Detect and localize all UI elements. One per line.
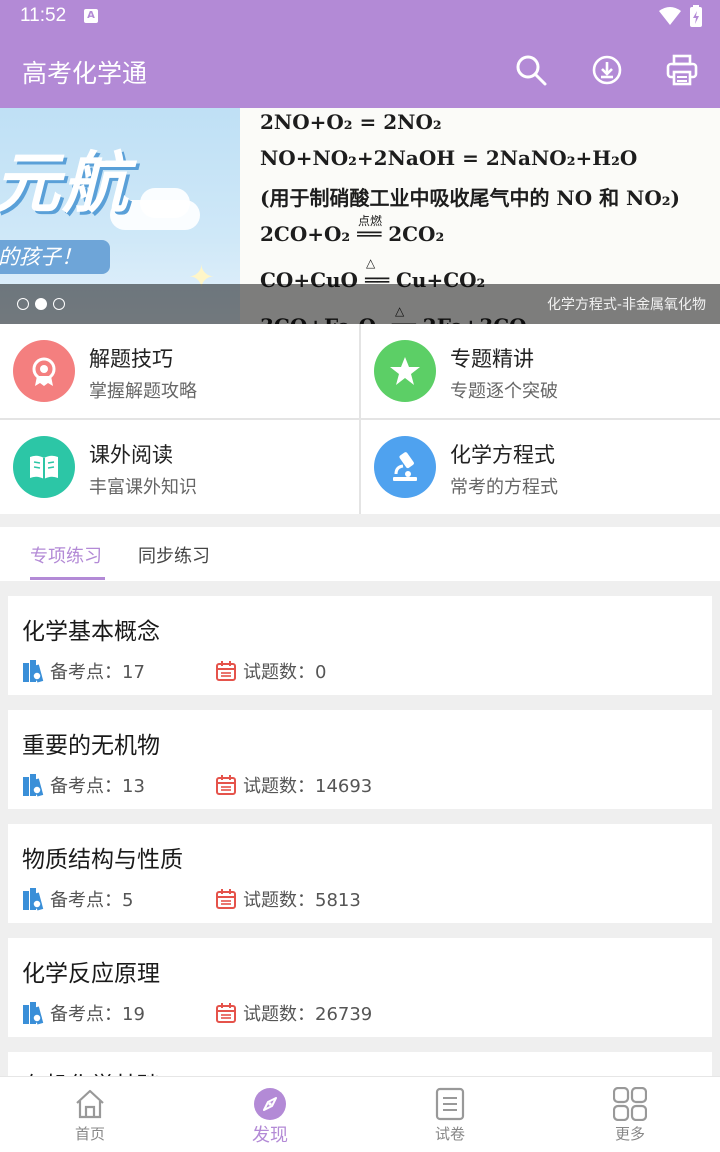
grid-divider xyxy=(0,418,720,420)
points-label: 备考点：5 xyxy=(50,890,134,911)
points-meta: 备考点：19 xyxy=(22,1000,145,1026)
grid-item-subtitle: 丰富课外知识 xyxy=(89,477,197,498)
banner-big-text: 元航 xyxy=(0,145,130,222)
grid-item-subtitle: 常考的方程式 xyxy=(450,477,558,498)
nav-label: 更多 xyxy=(614,1125,645,1143)
calendar-icon xyxy=(216,889,236,909)
cloud-decoration xyxy=(140,188,190,218)
points-label: 备考点：13 xyxy=(50,776,145,797)
calendar-icon xyxy=(216,775,236,795)
tab-special-practice[interactable]: 专项练习 xyxy=(30,542,102,568)
nav-label: 试卷 xyxy=(434,1125,465,1143)
grid-item-equations[interactable]: 化学方程式 常考的方程式 xyxy=(361,420,720,514)
banner-pill-text: 的孩子！ xyxy=(0,240,110,274)
practice-tabs: 专项练习 同步练习 xyxy=(0,527,720,581)
carousel-indicator xyxy=(17,298,65,310)
print-icon[interactable] xyxy=(665,53,699,87)
questions-meta: 试题数：14693 xyxy=(215,772,372,798)
grid-icon xyxy=(613,1087,647,1121)
app-title: 高考化学通 xyxy=(22,59,148,88)
books-icon xyxy=(23,888,44,911)
questions-meta: 试题数：5813 xyxy=(215,886,361,912)
questions-label: 试题数：26739 xyxy=(243,1004,373,1025)
grid-item-subtitle: 掌握解题攻略 xyxy=(89,381,197,402)
tab-sync-practice[interactable]: 同步练习 xyxy=(138,542,210,568)
battery-icon xyxy=(690,5,702,27)
status-bar: 11:52 A xyxy=(0,0,720,34)
badge-icon xyxy=(13,340,75,402)
list-item-title: 物质结构与性质 xyxy=(22,847,183,873)
download-icon[interactable] xyxy=(590,53,624,87)
grid-item-tips[interactable]: 解题技巧 掌握解题攻略 xyxy=(0,324,359,418)
status-time: 11:52 xyxy=(20,5,67,26)
list-item[interactable]: 重要的无机物 备考点：13 试题数：14693 xyxy=(8,710,712,809)
list-item-title: 化学反应原理 xyxy=(22,961,160,987)
list-item[interactable]: 物质结构与性质 备考点：5 试题数：5813 xyxy=(8,824,712,923)
star-icon xyxy=(374,340,436,402)
microscope-icon xyxy=(374,436,436,498)
questions-label: 试题数：0 xyxy=(243,662,327,683)
bottom-nav: 首页 发现 试卷 更多 xyxy=(0,1076,720,1152)
calendar-icon xyxy=(216,661,236,681)
points-label: 备考点：19 xyxy=(50,1004,145,1025)
questions-meta: 试题数：26739 xyxy=(215,1000,372,1026)
nav-papers[interactable]: 试卷 xyxy=(360,1077,540,1152)
search-icon[interactable] xyxy=(514,53,548,87)
carousel-dot[interactable] xyxy=(17,298,29,310)
banner-carousel[interactable]: 元航 的孩子！ ✦ 2NO+O₂ = 2NO₂ NO+NO₂+2NaOH = 2… xyxy=(0,108,720,324)
points-meta: 备考点：17 xyxy=(22,658,145,684)
grid-item-title: 化学方程式 xyxy=(450,443,555,467)
carousel-dot-active[interactable] xyxy=(35,298,47,310)
paper-icon xyxy=(435,1087,465,1121)
notification-a-icon: A xyxy=(84,9,98,23)
questions-label: 试题数：14693 xyxy=(243,776,373,797)
questions-label: 试题数：5813 xyxy=(243,890,361,911)
equation-line: NO+NO₂+2NaOH = 2NaNO₂+H₂O xyxy=(260,146,638,170)
grid-item-subtitle: 专题逐个突破 xyxy=(450,381,558,402)
equation-line: (用于制硝酸工业中吸收尾气中的 NO 和 NO₂) xyxy=(260,186,680,210)
nav-discover[interactable]: 发现 xyxy=(180,1077,360,1152)
top-bar: 11:52 A 高考化学通 xyxy=(0,0,720,108)
wifi-icon xyxy=(659,7,681,25)
points-meta: 备考点：13 xyxy=(22,772,145,798)
nav-label: 发现 xyxy=(252,1125,288,1146)
feature-grid: 解题技巧 掌握解题攻略 专题精讲 专题逐个突破 课外阅读 丰富课外知识 化学方程… xyxy=(0,324,720,514)
book-icon xyxy=(13,436,75,498)
tab-indicator xyxy=(30,577,105,580)
grid-item-title: 解题技巧 xyxy=(89,347,173,371)
list-item-title: 化学基本概念 xyxy=(22,619,160,645)
list-item[interactable]: 化学基本概念 备考点：17 试题数：0 xyxy=(8,596,712,695)
books-icon xyxy=(23,660,44,683)
list-item-title: 重要的无机物 xyxy=(22,733,160,759)
grid-item-title: 课外阅读 xyxy=(89,443,173,467)
compass-icon xyxy=(254,1088,286,1120)
nav-label: 首页 xyxy=(74,1125,105,1143)
equation-line: 2CO+O₂ ══ 2CO₂ xyxy=(260,222,445,246)
grid-item-title: 专题精讲 xyxy=(450,347,534,371)
grid-item-reading[interactable]: 课外阅读 丰富课外知识 xyxy=(0,420,359,514)
calendar-icon xyxy=(216,1003,236,1023)
nav-more[interactable]: 更多 xyxy=(540,1077,720,1152)
points-label: 备考点：17 xyxy=(50,662,145,683)
home-icon xyxy=(76,1089,104,1119)
books-icon xyxy=(23,1002,44,1025)
equation-line: 2NO+O₂ = 2NO₂ xyxy=(260,110,442,134)
questions-meta: 试题数：0 xyxy=(215,658,326,684)
banner-caption-bar: 化学方程式-非金属氧化物 xyxy=(0,284,720,324)
carousel-dot[interactable] xyxy=(53,298,65,310)
grid-item-topics[interactable]: 专题精讲 专题逐个突破 xyxy=(361,324,720,418)
list-item[interactable]: 化学反应原理 备考点：19 试题数：26739 xyxy=(8,938,712,1037)
nav-home[interactable]: 首页 xyxy=(0,1077,180,1152)
points-meta: 备考点：5 xyxy=(22,886,133,912)
banner-caption: 化学方程式-非金属氧化物 xyxy=(546,297,706,313)
books-icon xyxy=(23,774,44,797)
